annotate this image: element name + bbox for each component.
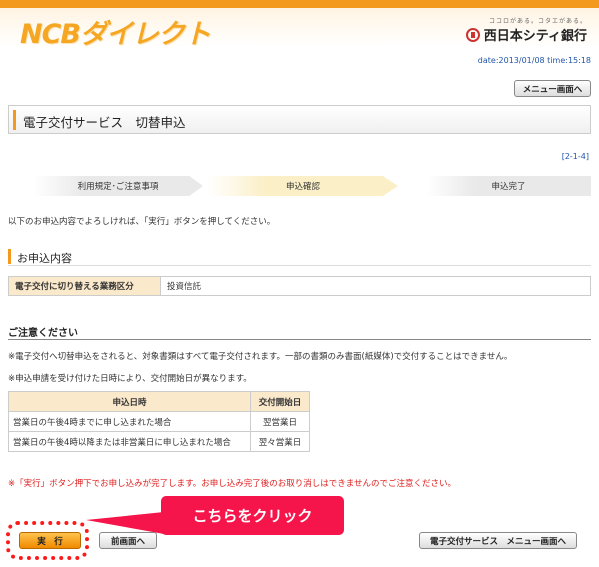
table-row: 営業日の午後4時までに申し込まれた場合 翌営業日 — [8, 411, 310, 432]
table-cell: 翌営業日 — [250, 411, 310, 432]
intro-text: 以下のお申込内容でよろしければ、「実行」ボタンを押してください。 — [8, 217, 276, 227]
step-terms: 利用規定･ご注意事項 — [33, 176, 203, 196]
table-cell: 営業日の午後4時までに申し込まれた場合 — [8, 411, 251, 432]
previous-screen-button[interactable]: 前画面へ — [99, 532, 157, 549]
completion-warning: ※「実行」ボタン押下でお申し込みが完了します。お申し込み完了後のお取り消しはでき… — [8, 479, 457, 489]
page-title-box: 電子交付サービス 切替申込 — [8, 105, 591, 134]
step-confirm-active: 申込確認 — [208, 176, 398, 196]
title-accent-bar — [13, 110, 16, 130]
menu-screen-button[interactable]: メニュー画面へ — [514, 80, 591, 97]
service-menu-button[interactable]: 電子交付サービス メニュー画面へ — [419, 532, 577, 549]
bank-name: 西日本シティ銀行 — [483, 29, 587, 44]
datetime-display: date:2013/01/08 time:15:18 — [477, 56, 591, 65]
column-header-application-time: 申込日時 — [8, 391, 251, 412]
bank-brand: ココロがある。コタエがある。 西日本シティ銀行 — [465, 16, 587, 44]
page-title: 電子交付サービス 切替申込 — [23, 115, 186, 130]
page-header: NCBダイレクト ココロがある。コタエがある。 西日本シティ銀行 date:20… — [0, 8, 599, 65]
notice-heading: ご注意ください — [8, 324, 591, 340]
application-heading: お申込内容 — [17, 252, 72, 265]
section-accent-bar — [8, 249, 11, 264]
notice-note-1: ※電子交付へ切替申込をされると、対象書類はすべて電子交付されます。一部の書類のみ… — [8, 352, 513, 362]
top-accent-bar — [0, 0, 599, 8]
notice-note-2: ※申込申請を受け付けた日時により、交付開始日が異なります。 — [8, 374, 252, 384]
bank-tagline: ココロがある。コタエがある。 — [488, 18, 587, 25]
execute-button[interactable]: 実 行 — [19, 532, 81, 549]
business-type-label: 電子交付に切り替える業務区分 — [9, 277, 161, 295]
application-table: 電子交付に切り替える業務区分 投資信託 — [8, 276, 591, 296]
progress-steps: 利用規定･ご注意事項 申込確認 申込完了 — [8, 176, 591, 196]
table-header-row: 申込日時 交付開始日 — [8, 391, 310, 412]
business-type-value: 投資信託 — [167, 282, 202, 292]
bank-logo-icon — [465, 27, 480, 42]
click-here-callout: こちらをクリック — [161, 496, 344, 535]
step-complete: 申込完了 — [426, 176, 591, 196]
callout-pointer — [86, 512, 164, 534]
table-cell: 翌々営業日 — [250, 431, 310, 452]
ncb-direct-logo: NCBダイレクト — [20, 19, 211, 50]
table-row: 営業日の午後4時以降または非営業日に申し込まれた場合 翌々営業日 — [8, 431, 310, 452]
page-number: [2-1-4] — [561, 152, 589, 161]
table-cell: 営業日の午後4時以降または非営業日に申し込まれた場合 — [8, 431, 251, 452]
application-section-heading: お申込内容 — [8, 248, 591, 266]
delivery-schedule-table: 申込日時 交付開始日 営業日の午後4時までに申し込まれた場合 翌営業日 営業日の… — [8, 391, 310, 452]
column-header-start-date: 交付開始日 — [250, 391, 310, 412]
